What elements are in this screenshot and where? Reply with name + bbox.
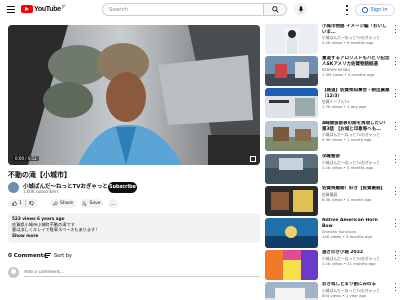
recommendation-thumbnail [265, 282, 318, 300]
recommendation-item[interactable]: 重道するアロリストもハビリ記念人SKアメリカ佐賀物語経過 SEBRAY-RESB… [265, 56, 397, 86]
recommendation-item[interactable]: 佐賀県難関！好き【佐賀最弱】 佐賀最弱 6.3K views • 1 month… [265, 186, 397, 216]
recommendation-meta: 1.1K views • 5 months ago [322, 164, 374, 170]
add-comment-input[interactable] [24, 269, 260, 277]
save-button[interactable]: Save [80, 199, 103, 208]
recommendation-thumbnail [265, 121, 318, 151]
search-button[interactable] [263, 3, 287, 16]
video-player[interactable]: 0:00 / 0:12 [8, 25, 260, 165]
save-label: Save [89, 201, 101, 206]
recommendation-meta: 9.9K views • 1 month ago [322, 137, 372, 142]
recommendation-meta: 14K views • 3 months ago [322, 234, 373, 239]
thumbs-up-icon [12, 201, 17, 206]
recommendation-meta: 1.3M views • 4 months ago [322, 72, 375, 77]
recommendation-thumbnail [265, 88, 318, 118]
show-more-link[interactable]: Show more [12, 233, 256, 239]
more-actions-button[interactable]: … [108, 199, 118, 208]
recommendation-meta: 1.1K views • 11 months ago [322, 260, 376, 266]
share-button[interactable]: Share [50, 199, 76, 208]
recommendation-thumbnail [265, 24, 318, 54]
recommendation-channel: 小城ぱんだ〜ねっとTVおぎゃっと [322, 159, 380, 165]
youtube-play-icon [21, 5, 33, 13]
sign-in-label: Sign in [370, 7, 388, 13]
thumbs-down-icon [29, 201, 34, 206]
recommendation-more-icon[interactable] [394, 219, 397, 227]
recommendation-thumbnail [265, 186, 318, 216]
sign-in-button[interactable]: Sign in [355, 4, 395, 16]
recommendation-item[interactable]: Native American Horn Bow Shinyan Survivo… [265, 218, 397, 248]
recommendation-more-icon[interactable] [394, 122, 397, 130]
logo-text: YouTube [34, 5, 61, 13]
like-count: 1 [19, 201, 22, 206]
recommendation-channel: 小城ぱんだ〜ねっとTVおぎゃっと [322, 287, 380, 293]
logo-region: JP [61, 3, 66, 9]
share-icon [53, 201, 58, 206]
dislike-button[interactable] [26, 201, 34, 206]
like-button[interactable]: 1 [8, 200, 26, 207]
recommendation-more-icon[interactable] [394, 25, 397, 33]
like-dislike-group: 1 [8, 199, 38, 208]
recommendation-meta: 1.7K views • 1 day ago [322, 104, 366, 109]
recommendation-title: 【報道】佐賀県知事会・朝出農業（12/3） [322, 88, 390, 99]
recommendation-thumbnail [265, 154, 318, 184]
recommendation-thumbnail [265, 56, 318, 86]
subscribe-button[interactable]: Subscribe [108, 182, 137, 193]
recommendation-thumbnail [265, 250, 318, 280]
user-avatar [8, 267, 19, 278]
recommendation-title: 小城市物語 イメージ編「おいしいま… [322, 24, 387, 35]
settings-more-icon[interactable] [345, 5, 349, 15]
channel-avatar[interactable] [8, 182, 19, 193]
sort-icon [45, 253, 51, 259]
recommendation-meta: 834 views • 1 year ago [322, 292, 367, 298]
video-description[interactable]: 523 views 6 years ago 佐賀県小城市小城町不動の滝です 夏は… [8, 213, 260, 243]
recommendation-meta: 6.3K views • 1 month ago [322, 196, 372, 202]
search-bar [102, 3, 287, 16]
recommendation-title: Native American Horn Bow [322, 218, 378, 229]
search-input[interactable] [102, 3, 263, 16]
recommendation-item[interactable]: 4時間抜群表の開を再現したい！第3話 【お城と印象等へも… 小城ぱんだ〜ねっとT… [265, 121, 397, 158]
recommendation-thumbnail [265, 218, 318, 248]
recommendation-title: 佐賀県難関！好き【佐賀最弱】 [322, 186, 385, 191]
share-label: Share [60, 201, 73, 206]
hamburger-menu-icon[interactable] [7, 6, 15, 13]
voice-search-button[interactable] [294, 3, 307, 16]
recommendation-item[interactable]: 小城市物語 イメージ編「おいしいま… 小城ぱんだ〜ねっとTVおぎゃっと 3.2K… [265, 24, 397, 54]
masthead: YouTube JP Sign in [0, 0, 400, 20]
recommendation-title: 4時間抜群表の開を再現したい！第3話 【お城と印象等へも… [322, 121, 389, 132]
recommendation-more-icon[interactable] [394, 251, 397, 259]
recommendation-item[interactable]: おきぬしとまり割にみのる 小城ぱんだ〜ねっとTVおぎゃっと 834 views … [265, 282, 397, 300]
fullscreen-icon[interactable] [250, 156, 256, 162]
recommendation-meta: 3.2K views • 6 months ago [322, 40, 374, 45]
sort-label: Sort by [54, 253, 72, 259]
recommendation-channel: 小城ぱんだ〜ねっとTVおぎゃっと [322, 255, 380, 261]
youtube-logo[interactable]: YouTube JP [21, 3, 66, 13]
recommendation-more-icon[interactable] [394, 187, 397, 195]
save-playlist-icon [82, 201, 87, 206]
video-title: 不動の滝【小城市】 [8, 171, 71, 179]
comments-count: 0 Comments [8, 253, 47, 259]
video-frame [8, 25, 260, 165]
recommendation-more-icon[interactable] [394, 155, 397, 163]
search-icon [271, 6, 279, 13]
channel-subscriber-count: 1.60K subscribers [23, 189, 59, 194]
recommendation-more-icon[interactable] [394, 89, 397, 97]
recommendation-item[interactable]: 小城警部 小城ぱんだ〜ねっとTVおぎゃっと 1.1K views • 5 mon… [265, 154, 397, 184]
recommendation-title: 重道するアロリストもハビリ記念人SKアメリカ佐賀物語経過 [322, 56, 390, 67]
account-icon [362, 7, 369, 13]
microphone-icon [298, 6, 303, 13]
recommendation-more-icon[interactable] [394, 57, 397, 65]
sort-comments-button[interactable]: Sort by [45, 253, 72, 259]
recommendation-item[interactable]: 過ぎのき小城 2022 小城ぱんだ〜ねっとTVおぎゃっと 1.1K views … [265, 250, 397, 280]
player-time-display: 0:00 / 0:12 [13, 156, 39, 161]
recommendation-item[interactable]: 【報道】佐賀県知事会・朝出農業（12/3） 佐賀ケーブルTV 1.7K view… [265, 88, 397, 125]
recommendation-more-icon[interactable] [394, 283, 397, 291]
